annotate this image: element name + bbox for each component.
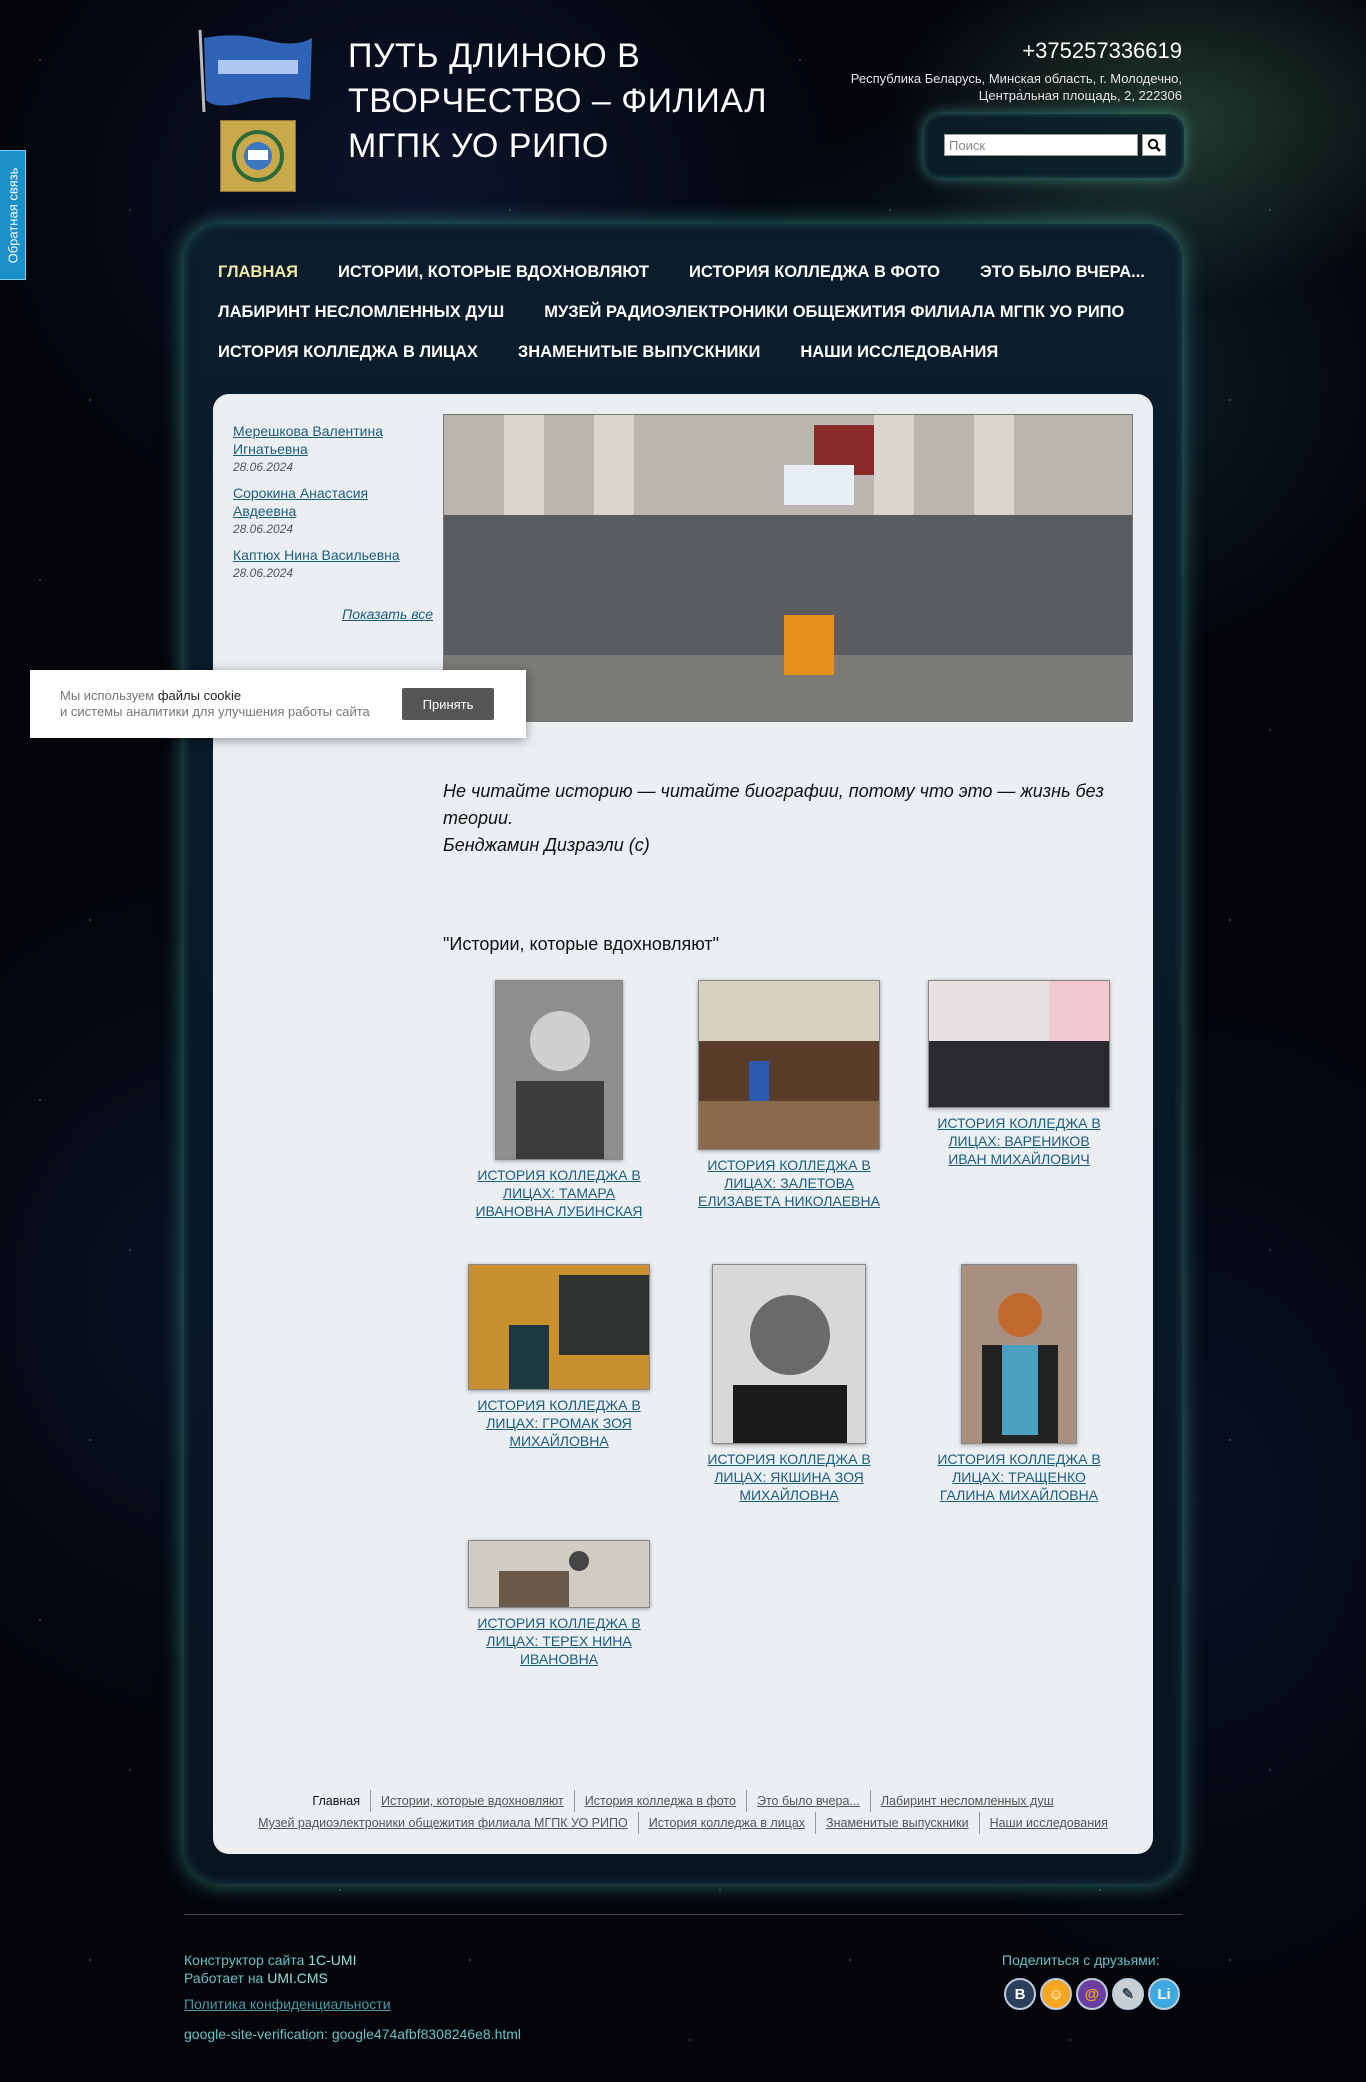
gallery-card[interactable]: ИСТОРИЯ КОЛЛЕДЖА В ЛИЦАХ: ЗАЛЕТОВА ЕЛИЗА… [698,980,880,1210]
nav-item-yesterday[interactable]: ЭТО БЫЛО ВЧЕРА... [980,263,1145,282]
odnoklassniki-icon[interactable]: ☺ [1040,1978,1072,2010]
gallery-photo[interactable] [961,1264,1077,1444]
nav-item-museum[interactable]: МУЗЕЙ РАДИОЭЛЕКТРОНИКИ ОБЩЕЖИТИЯ ФИЛИАЛА… [544,303,1124,322]
footer-link-graduates[interactable]: Знаменитые выпускники [816,1812,980,1834]
nav-item-home[interactable]: ГЛАВНАЯ [218,263,298,282]
footer-link-history-photo[interactable]: История колледжа в фото [575,1790,747,1812]
nav-item-inspiring-stories[interactable]: ИСТОРИИ, КОТОРЫЕ ВДОХНОВЛЯЮТ [338,263,649,282]
vk-icon[interactable]: В [1004,1978,1036,2010]
cookie-text-prefix: Мы используем [60,688,158,703]
gallery-photo[interactable] [928,980,1110,1108]
liveinternet-icon[interactable]: Li [1148,1978,1180,2010]
quote-author: Бенджамин Дизраэли (с) [443,835,650,855]
gallery-caption[interactable]: ИСТОРИЯ КОЛЛЕДЖА В ЛИЦАХ: ТАМАРА ИВАНОВН… [468,1166,650,1220]
gallery-photo[interactable] [468,1540,650,1608]
footer-link-inspiring-stories[interactable]: Истории, которые вдохновляют [371,1790,575,1812]
gallery-caption[interactable]: ИСТОРИЯ КОЛЛЕДЖА В ЛИЦАХ: ВАРЕНИКОВ ИВАН… [928,1114,1110,1168]
cookie-accept-button[interactable]: Принять [402,688,494,720]
news-item: Сорокина Анастасия Авдеевна 28.06.2024 [233,484,433,536]
quote-text: Не читайте историю — читайте биографии, … [443,781,1104,828]
search-icon [1147,138,1161,152]
powered-by: Работает на UMI.CMS [184,1970,328,1986]
quote: Не читайте историю — читайте биографии, … [443,778,1133,859]
search-panel [924,114,1184,178]
address: Республика Беларусь, Минская область, г.… [850,71,1182,103]
nav-row: ИСТОРИЯ КОЛЛЕДЖА В ЛИЦАХ ЗНАМЕНИТЫЕ ВЫПУ… [218,332,1148,372]
logo-flag[interactable] [196,29,314,113]
news-item-link[interactable]: Мерешкова Валентина Игнатьевна [233,422,433,458]
gallery-photo[interactable] [468,1264,650,1390]
search-input[interactable] [944,134,1138,156]
nav-item-graduates[interactable]: ЗНАМЕНИТЫЕ ВЫПУСКНИКИ [518,343,760,362]
college-emblem[interactable] [220,120,296,192]
gallery-card[interactable]: ИСТОРИЯ КОЛЛЕДЖА В ЛИЦАХ: ТЕРЕХ НИНА ИВА… [468,1540,650,1668]
gallery-photo[interactable] [698,980,880,1150]
news-item-link[interactable]: Каптюх Нина Васильевна [233,546,433,564]
gallery-card[interactable]: ИСТОРИЯ КОЛЛЕДЖА В ЛИЦАХ: ВАРЕНИКОВ ИВАН… [928,980,1110,1168]
search-button[interactable] [1142,134,1166,156]
constructor-prefix: Конструктор сайта [184,1952,309,1968]
main-frame: ГЛАВНАЯ ИСТОРИИ, КОТОРЫЕ ВДОХНОВЛЯЮТ ИСТ… [184,224,1182,1884]
gallery-photo[interactable] [712,1264,866,1444]
footer-nav-row: Главная Истории, которые вдохновляют Ист… [213,1790,1153,1812]
footer-link-home[interactable]: Главная [302,1790,371,1812]
share-icons: В ☺ @ ✎ Li [1004,1978,1180,2010]
gallery-card[interactable]: ИСТОРИЯ КОЛЛЕДЖА В ЛИЦАХ: ТРАЩЕНКО ГАЛИН… [928,1264,1110,1504]
constructor-credit: Конструктор сайта 1C-UMI [184,1952,356,1968]
news-item-date: 28.06.2024 [233,460,294,474]
news-list: Мерешкова Валентина Игнатьевна 28.06.202… [233,422,433,590]
nav-item-research[interactable]: НАШИ ИССЛЕДОВАНИЯ [800,343,998,362]
content-area: Мерешкова Валентина Игнатьевна 28.06.202… [213,394,1153,1854]
gallery-caption[interactable]: ИСТОРИЯ КОЛЛЕДЖА В ЛИЦАХ: ЗАЛЕТОВА ЕЛИЗА… [698,1156,880,1210]
section-title: "Истории, которые вдохновляют" [443,934,719,954]
news-item: Каптюх Нина Васильевна 28.06.2024 [233,546,433,580]
gallery-card[interactable]: ИСТОРИЯ КОЛЛЕДЖА В ЛИЦАХ: ГРОМАК ЗОЯ МИХ… [468,1264,650,1450]
footer-link-yesterday[interactable]: Это было вчера... [747,1790,871,1812]
group-photo [443,414,1133,722]
cookie-text-line2: и системы аналитики для улучшения работы… [60,704,370,719]
site-title[interactable]: ПУТЬ ДЛИНОЮ В ТВОРЧЕСТВО – ФИЛИАЛ МГПК У… [348,34,788,169]
footer-link-labyrinth[interactable]: Лабиринт несломленных душ [871,1790,1064,1812]
cookie-banner: Мы используем файлы cookie и системы ана… [30,670,526,738]
gallery-photo[interactable] [495,980,623,1160]
footer-link-history-faces[interactable]: История колледжа в лицах [639,1812,817,1834]
feedback-tab[interactable]: Обратная связь [0,150,26,280]
cookie-text: Мы используем файлы cookie и системы ана… [60,688,370,720]
footer-link-research[interactable]: Наши исследования [980,1812,1118,1834]
gallery-caption[interactable]: ИСТОРИЯ КОЛЛЕДЖА В ЛИЦАХ: ТЕРЕХ НИНА ИВА… [468,1614,650,1668]
gallery-caption[interactable]: ИСТОРИЯ КОЛЛЕДЖА В ЛИЦАХ: ГРОМАК ЗОЯ МИХ… [468,1396,650,1450]
nav-item-history-faces[interactable]: ИСТОРИЯ КОЛЛЕДЖА В ЛИЦАХ [218,343,478,362]
feedback-tab-label: Обратная связь [5,167,20,263]
main-navigation: ГЛАВНАЯ ИСТОРИИ, КОТОРЫЕ ВДОХНОВЛЯЮТ ИСТ… [218,252,1148,372]
phone-number: +375257336619 [1022,38,1182,63]
footer-link-museum[interactable]: Музей радиоэлектроники общежития филиала… [248,1812,639,1834]
gallery-caption[interactable]: ИСТОРИЯ КОЛЛЕДЖА В ЛИЦАХ: ЯКШИНА ЗОЯ МИХ… [698,1450,880,1504]
nav-item-history-photo[interactable]: ИСТОРИЯ КОЛЛЕДЖА В ФОТО [689,263,940,282]
nav-row: ГЛАВНАЯ ИСТОРИИ, КОТОРЫЕ ВДОХНОВЛЯЮТ ИСТ… [218,252,1148,292]
footer-divider [184,1914,1182,1915]
cookie-files-link[interactable]: файлы cookie [158,688,241,703]
news-item-link[interactable]: Сорокина Анастасия Авдеевна [233,484,433,520]
livejournal-icon[interactable]: ✎ [1112,1978,1144,2010]
news-item: Мерешкова Валентина Игнатьевна 28.06.202… [233,422,433,474]
news-item-date: 28.06.2024 [233,522,294,536]
site-verification: google-site-verification: google474afbf8… [184,2026,522,2042]
show-all-link[interactable]: Показать все [233,606,433,622]
nav-row: ЛАБИРИНТ НЕСЛОМЛЕННЫХ ДУШ МУЗЕЙ РАДИОЭЛЕ… [218,292,1148,332]
gallery-caption[interactable]: ИСТОРИЯ КОЛЛЕДЖА В ЛИЦАХ: ТРАЩЕНКО ГАЛИН… [928,1450,1110,1504]
share-label: Поделиться с друзьями: [1002,1952,1160,1968]
gallery-card[interactable]: ИСТОРИЯ КОЛЛЕДЖА В ЛИЦАХ: ЯКШИНА ЗОЯ МИХ… [698,1264,880,1504]
privacy-policy-link[interactable]: Политика конфиденциальности [184,1996,391,2012]
gallery-card[interactable]: ИСТОРИЯ КОЛЛЕДЖА В ЛИЦАХ: ТАМАРА ИВАНОВН… [468,980,650,1220]
powered-prefix: Работает на [184,1970,268,1986]
nav-item-labyrinth[interactable]: ЛАБИРИНТ НЕСЛОМЛЕННЫХ ДУШ [218,303,504,322]
constructor-link[interactable]: 1C-UMI [308,1952,356,1968]
news-item-date: 28.06.2024 [233,566,294,580]
footer-nav-row: Музей радиоэлектроники общежития филиала… [213,1812,1153,1834]
umi-cms-link[interactable]: UMI.CMS [267,1970,328,1986]
mailru-icon[interactable]: @ [1076,1978,1108,2010]
